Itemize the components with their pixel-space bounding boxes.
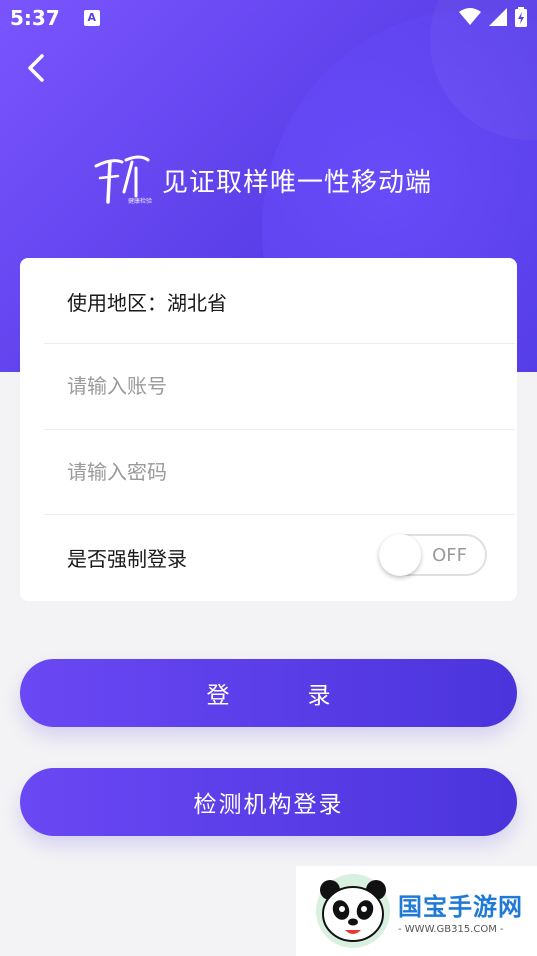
region-row: 使用地区：湖北省 [20, 258, 517, 344]
signal-icon [489, 8, 507, 26]
status-icons [459, 7, 527, 27]
password-input[interactable] [67, 460, 467, 484]
account-input[interactable] [67, 374, 467, 398]
region-label: 使用地区：湖北省 [67, 290, 227, 315]
login-form-card: 使用地区：湖北省 是否强制登录 OFF [20, 258, 517, 601]
app-title: 见证取样唯一性移动端 [162, 167, 433, 198]
watermark-title: 国宝手游网 [398, 893, 523, 921]
chevron-left-icon [28, 54, 44, 82]
logo-small-text: 健康检验 [128, 198, 153, 205]
status-bar: 5:37 A [0, 0, 537, 36]
watermark-text: 国宝手游网 - WWW.GB315.COM - [398, 887, 523, 935]
force-login-toggle[interactable]: OFF [379, 534, 487, 576]
login-button[interactable]: 登录 [20, 659, 517, 727]
account-row [20, 343, 517, 429]
battery-icon [515, 7, 527, 27]
panda-logo [314, 872, 392, 950]
agency-login-button[interactable]: 检测机构登录 [20, 768, 517, 836]
password-row [20, 429, 517, 515]
watermark: 国宝手游网 - WWW.GB315.COM - [296, 866, 537, 956]
notification-icon: A [83, 10, 100, 26]
panda-icon [316, 874, 390, 948]
back-button[interactable] [18, 50, 54, 86]
app-logo: 健康检验 [92, 152, 152, 208]
status-time: 5:37 [10, 6, 60, 30]
toggle-knob [379, 534, 421, 576]
toggle-state-label: OFF [432, 545, 467, 566]
wifi-icon [459, 8, 481, 25]
force-login-label: 是否强制登录 [67, 546, 187, 571]
app-header: 健康检验 见证取样唯一性移动端 [92, 152, 432, 208]
watermark-url: - WWW.GB315.COM - [398, 924, 504, 935]
force-login-row: 是否强制登录 OFF [20, 514, 517, 600]
